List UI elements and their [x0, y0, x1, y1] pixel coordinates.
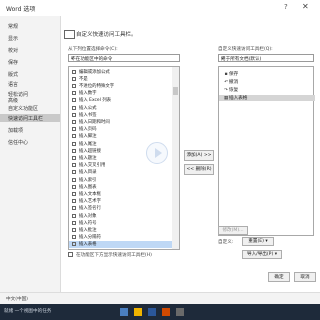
- command-icon: [72, 242, 76, 247]
- list-item[interactable]: 插入 Excel 列表: [69, 97, 172, 104]
- show-below-ribbon-checkbox[interactable]: [68, 252, 73, 257]
- command-icon: [72, 134, 76, 139]
- status-language: 中文(中国): [6, 297, 28, 302]
- command-icon: [72, 141, 76, 146]
- command-icon: [72, 184, 76, 189]
- reset-button[interactable]: 重置(E) ▾: [242, 237, 274, 246]
- sidebar-item-layout[interactable]: 版式: [8, 71, 18, 78]
- sidebar-item-customize-ribbon[interactable]: 自定义功能区: [8, 105, 38, 112]
- sidebar-item-advanced[interactable]: 高级: [8, 97, 18, 104]
- sidebar-item-proofing[interactable]: 校对: [8, 47, 18, 54]
- list-item[interactable]: 插入对象: [69, 212, 172, 219]
- add-button[interactable]: 添加(A) >>: [184, 150, 214, 161]
- sidebar-item-addins[interactable]: 加载项: [8, 127, 23, 134]
- sidebar-item-general[interactable]: 常规: [8, 23, 18, 30]
- import-export-button[interactable]: 导入/导出(P) ▾: [242, 250, 282, 259]
- list-item[interactable]: 插入公式: [69, 104, 172, 111]
- list-item[interactable]: 插入日期和时间: [69, 118, 172, 125]
- file-explorer-icon[interactable]: [134, 308, 142, 316]
- command-icon: [72, 105, 76, 110]
- commands-scrollbar[interactable]: [172, 67, 179, 249]
- customize-qat-dropdown[interactable]: 用于所有文档(默认) ▾: [218, 54, 314, 62]
- command-icon: [72, 112, 76, 117]
- list-item[interactable]: 不进位的特殊文字: [69, 82, 172, 89]
- help-icon[interactable]: ?: [284, 3, 288, 11]
- sidebar-item-save[interactable]: 保存: [8, 59, 18, 66]
- options-sidebar: 常规 显示 校对 保存 版式 语言 轻松访问 高级 自定义功能区 快速访问工具栏…: [0, 16, 61, 292]
- list-item[interactable]: 插入数字: [69, 90, 172, 97]
- list-item[interactable]: ▪保存: [223, 71, 238, 77]
- sidebar-item-trust-center[interactable]: 信任中心: [8, 139, 28, 146]
- list-item-selected[interactable]: ▦插入表格: [219, 95, 315, 101]
- command-icon: [72, 98, 76, 103]
- command-icon: [72, 220, 76, 225]
- taskbar-status-text: 就绪 一个视图中的任务: [4, 309, 52, 314]
- list-item[interactable]: 插入目录: [69, 169, 172, 176]
- close-icon[interactable]: ✕: [302, 2, 309, 11]
- taskbar-app-icon[interactable]: [120, 308, 128, 316]
- command-icon: [72, 91, 76, 96]
- sidebar-item-quick-access[interactable]: 快速访问工具栏: [8, 115, 43, 122]
- chevron-down-icon: ▾: [71, 56, 74, 62]
- app-icon[interactable]: [176, 308, 184, 316]
- list-item[interactable]: ↷恢复: [223, 87, 238, 93]
- command-icon: [72, 163, 76, 168]
- cancel-button[interactable]: 取消: [294, 272, 316, 282]
- sidebar-item-language[interactable]: 语言: [8, 81, 18, 88]
- list-item-selected[interactable]: 插入表格: [69, 240, 172, 248]
- list-item[interactable]: 插入图表: [69, 183, 172, 190]
- modify-button[interactable]: 修改(M)...: [218, 226, 248, 235]
- list-item[interactable]: 插入文本框: [69, 190, 172, 197]
- list-item[interactable]: 插入脚注: [69, 133, 172, 140]
- list-item[interactable]: 插入索引: [69, 176, 172, 183]
- command-icon: [72, 191, 76, 196]
- customize-qat-label: 自定义快速访问工具栏(Q):: [218, 47, 273, 52]
- list-item[interactable]: 插入签名行: [69, 205, 172, 212]
- list-item[interactable]: 插入批注: [69, 226, 172, 233]
- command-icon: [72, 206, 76, 211]
- customizations-label: 自定义:: [218, 240, 234, 245]
- app-icon[interactable]: [162, 308, 170, 316]
- command-icon: [72, 235, 76, 240]
- command-icon: [72, 119, 76, 124]
- show-below-ribbon-label: 在功能区下方显示快速访问工具栏(H): [76, 253, 152, 258]
- toolbar-icon: [64, 30, 75, 39]
- qat-items-list[interactable]: ▪保存 ↶撤消 ↷恢复 ▦插入表格: [218, 66, 315, 236]
- list-item[interactable]: 插入符号: [69, 219, 172, 226]
- list-item[interactable]: 插入页码: [69, 126, 172, 133]
- command-icon: [72, 76, 76, 81]
- list-item[interactable]: 插入分隔符: [69, 234, 172, 241]
- choose-commands-dropdown[interactable]: 不在功能区中的命令 ▾: [68, 54, 180, 62]
- list-item[interactable]: 插入书签: [69, 111, 172, 118]
- taskbar: 就绪 一个视图中的任务: [0, 304, 320, 320]
- list-item[interactable]: 编辑或添加公式: [69, 68, 172, 75]
- command-icon: [72, 227, 76, 232]
- command-icon: [72, 83, 76, 88]
- command-icon: [72, 127, 76, 132]
- command-icon: [72, 177, 76, 182]
- word-icon[interactable]: [148, 308, 156, 316]
- chevron-down-icon: ▾: [221, 56, 224, 62]
- command-icon: [72, 69, 76, 74]
- command-icon: [72, 199, 76, 204]
- choose-commands-label: 从下列位置选择命令(C):: [68, 47, 118, 52]
- remove-button[interactable]: << 删除(R): [184, 164, 214, 175]
- ok-button[interactable]: 确定: [268, 272, 290, 282]
- list-item[interactable]: ↶撤消: [223, 79, 238, 85]
- scrollbar-thumb[interactable]: [173, 87, 178, 95]
- play-overlay-icon[interactable]: [146, 142, 168, 164]
- list-item[interactable]: 不是: [69, 75, 172, 82]
- command-icon: [72, 155, 76, 160]
- sidebar-item-display[interactable]: 显示: [8, 35, 18, 42]
- list-item[interactable]: 插入艺术字: [69, 198, 172, 205]
- command-icon: [72, 148, 76, 153]
- command-icon: [72, 170, 76, 175]
- window-title: Word 选项: [6, 6, 36, 13]
- page-heading: 自定义快速访问工具栏。: [76, 32, 137, 38]
- command-icon: [72, 213, 76, 218]
- title-bar: Word 选项 ? ✕: [0, 0, 320, 16]
